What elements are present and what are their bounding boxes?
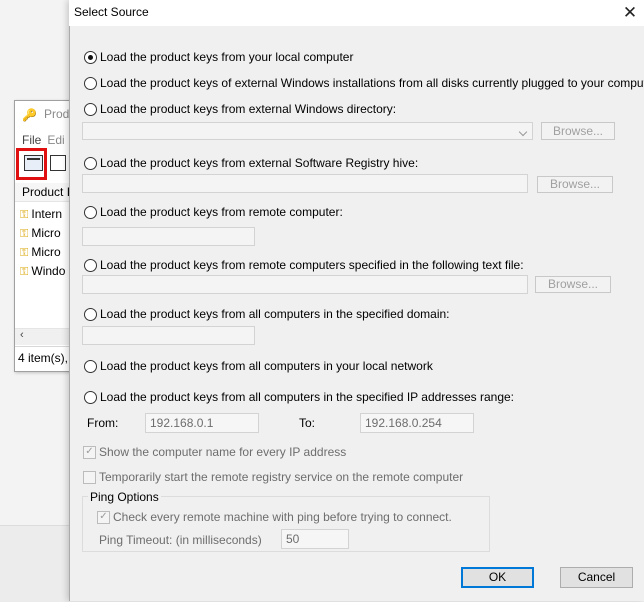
scroll-left-icon[interactable]: ‹	[20, 329, 24, 341]
background-strip	[0, 525, 70, 602]
ping-timeout-input[interactable]: 50	[281, 529, 349, 549]
list-item[interactable]: ⚿ Micro	[20, 243, 61, 261]
background-menu-bar: File Edi	[22, 133, 71, 147]
close-button[interactable]: ✕	[618, 2, 642, 24]
remote-file-input[interactable]	[82, 275, 528, 294]
radio-button[interactable]	[84, 76, 97, 90]
option-local-radio[interactable]: Load the product keys from your local co…	[84, 48, 353, 66]
option-registry-hive-radio[interactable]: Load the product keys from external Soft…	[84, 154, 418, 172]
key-icon: ⚿	[20, 266, 29, 278]
key-icon: ⚿	[20, 209, 29, 221]
key-icon: ⚿	[20, 228, 29, 240]
option-domain-radio[interactable]: Load the product keys from all computers…	[84, 305, 450, 323]
checkbox[interactable]: ✓	[97, 510, 110, 524]
registry-hive-input[interactable]	[82, 174, 528, 193]
option-external-dir-radio[interactable]: Load the product keys from external Wind…	[84, 100, 396, 118]
ip-to-input[interactable]: 192.168.0.254	[360, 413, 474, 433]
radio-button[interactable]	[84, 205, 97, 219]
show-computer-name-checkbox-row[interactable]: ✓ Show the computer name for every IP ad…	[83, 445, 346, 459]
list-item[interactable]: ⚿ Micro	[20, 224, 61, 242]
radio-button[interactable]	[84, 390, 97, 404]
save-icon[interactable]	[50, 155, 66, 171]
option-external-disks-radio[interactable]: Load the product keys of external Window…	[84, 74, 644, 92]
option-ip-range-radio[interactable]: Load the product keys from all computers…	[84, 388, 514, 406]
highlight-box	[16, 148, 47, 180]
option-remote-computer-radio[interactable]: Load the product keys from remote comput…	[84, 203, 343, 221]
radio-button[interactable]	[84, 50, 97, 64]
menu-edit[interactable]: Edi	[47, 133, 64, 147]
remote-computer-input[interactable]	[82, 227, 255, 246]
checkbox[interactable]	[83, 470, 96, 484]
dialog-titlebar	[69, 0, 644, 26]
status-bar: 4 item(s),	[15, 346, 73, 368]
radio-button[interactable]	[84, 102, 97, 116]
app-key-icon: 🔑	[22, 108, 37, 122]
menu-file[interactable]: File	[22, 133, 41, 147]
ip-from-label: From:	[87, 416, 119, 430]
ok-button[interactable]: OK	[461, 567, 534, 588]
list-item[interactable]: ⚿ Windo	[20, 262, 65, 280]
windows-directory-combobox[interactable]	[82, 122, 533, 140]
browse-hive-button[interactable]: Browse...	[537, 176, 613, 193]
close-icon: ✕	[622, 3, 638, 22]
start-remote-registry-checkbox-row[interactable]: Temporarily start the remote registry se…	[83, 470, 463, 484]
radio-button[interactable]	[84, 156, 97, 170]
browse-file-button[interactable]: Browse...	[535, 276, 611, 293]
key-icon: ⚿	[20, 247, 29, 259]
option-remote-file-radio[interactable]: Load the product keys from remote comput…	[84, 256, 524, 274]
ip-to-label: To:	[299, 416, 316, 430]
ping-options-label: Ping Options	[88, 490, 161, 504]
ping-timeout-label: Ping Timeout: (in milliseconds)	[99, 533, 262, 547]
ping-check-checkbox-row[interactable]: ✓ Check every remote machine with ping b…	[97, 510, 452, 524]
dialog-title: Select Source	[74, 5, 149, 19]
radio-button[interactable]	[84, 307, 97, 321]
background-app-title: Prod	[44, 107, 70, 121]
checkbox[interactable]: ✓	[83, 445, 96, 459]
domain-input[interactable]	[82, 326, 255, 345]
list-item[interactable]: ⚿ Intern	[20, 205, 62, 223]
radio-button[interactable]	[84, 359, 97, 373]
cancel-button[interactable]: Cancel	[560, 567, 633, 588]
browse-directory-button[interactable]: Browse...	[541, 122, 615, 140]
ip-from-input[interactable]: 192.168.0.1	[145, 413, 259, 433]
radio-button[interactable]	[84, 258, 97, 272]
column-header-product[interactable]: Product I	[15, 183, 73, 202]
option-local-network-radio[interactable]: Load the product keys from all computers…	[84, 357, 433, 375]
